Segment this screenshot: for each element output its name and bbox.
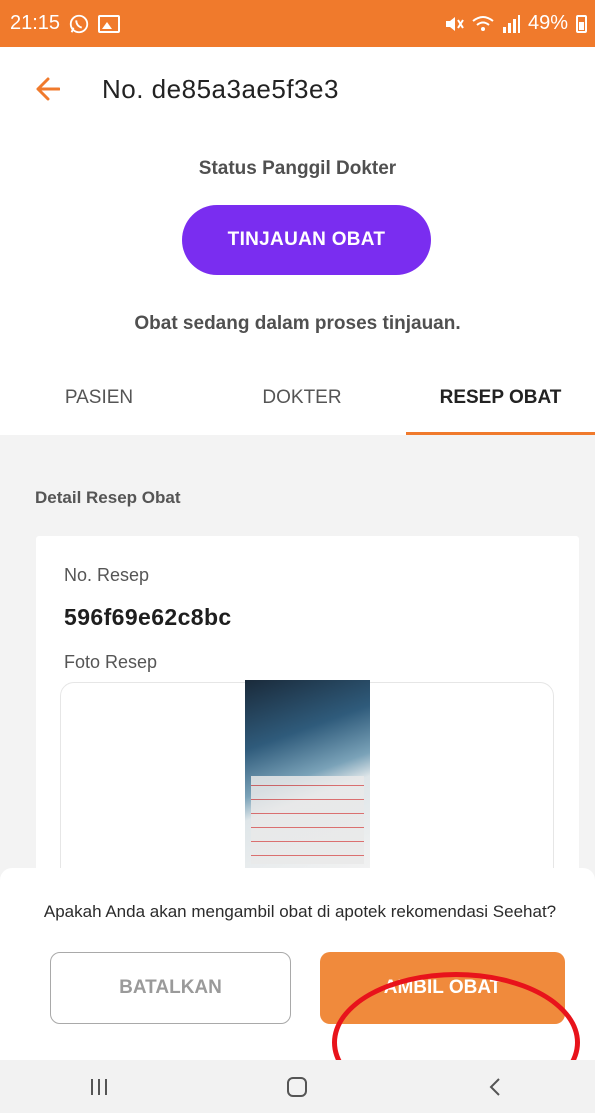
battery-icon <box>576 14 587 33</box>
system-nav-bar <box>0 1060 595 1113</box>
mute-icon <box>445 16 464 31</box>
app-header: No. de85a3ae5f3e3 <box>0 47 595 131</box>
home-icon[interactable] <box>282 1072 312 1102</box>
tab-dokter[interactable]: DOKTER <box>198 360 406 435</box>
whatsapp-icon <box>69 14 89 33</box>
resep-number-value: 596f69e62c8bc <box>64 604 232 630</box>
back-arrow-icon[interactable] <box>34 76 60 102</box>
signal-icon <box>502 14 520 33</box>
section-title: Detail Resep Obat <box>35 488 181 507</box>
tab-pasien[interactable]: PASIEN <box>0 360 198 435</box>
confirmation-prompt: Apakah Anda akan mengambil obat di apote… <box>43 902 557 921</box>
prescription-photo[interactable] <box>245 680 370 870</box>
status-time: 21:15 <box>10 12 61 34</box>
tab-resep-obat[interactable]: RESEP OBAT <box>406 360 595 435</box>
status-bar: 21:15 49% <box>0 0 595 47</box>
cancel-button[interactable]: BATALKAN <box>50 952 291 1024</box>
status-label: Status Panggil Dokter <box>198 158 397 179</box>
foto-resep-label: Foto Resep <box>64 652 158 672</box>
wifi-icon <box>472 15 494 31</box>
page-title: No. de85a3ae5f3e3 <box>102 73 339 104</box>
ambil-obat-button[interactable]: AMBIL OBAT <box>320 952 565 1024</box>
status-badge: TINJAUAN OBAT <box>182 205 431 275</box>
tab-bar: PASIEN DOKTER RESEP OBAT <box>0 360 595 435</box>
recent-apps-icon[interactable] <box>84 1072 114 1102</box>
resep-number-label: No. Resep <box>64 565 150 585</box>
status-message: Obat sedang dalam proses tinjauan. <box>134 313 461 334</box>
gallery-icon <box>98 14 121 33</box>
back-nav-icon[interactable] <box>481 1072 511 1102</box>
battery-percent: 49% <box>527 12 568 34</box>
